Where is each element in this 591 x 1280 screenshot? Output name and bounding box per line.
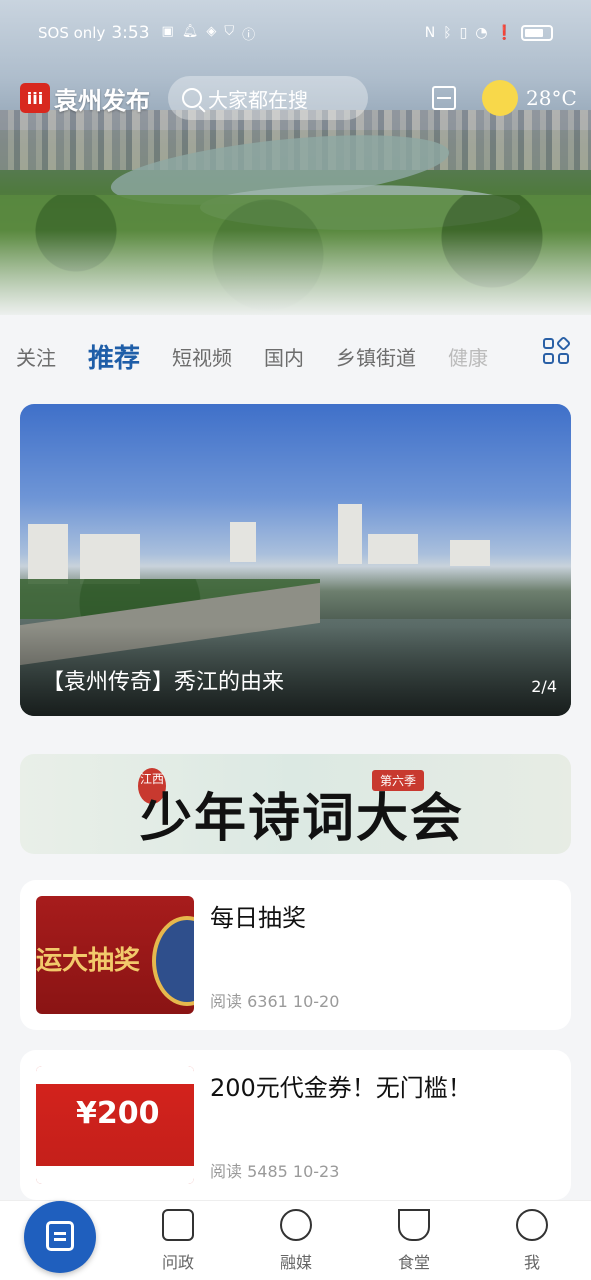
bluetooth-icon: ᛒ — [443, 25, 452, 41]
sun-icon — [482, 80, 518, 116]
logo-icon: iii — [20, 83, 50, 113]
shield-icon: ⛉ — [224, 23, 235, 39]
logo-mark-text: iii — [26, 88, 44, 108]
nav-item-rongmei[interactable]: 融媒 — [246, 1209, 346, 1273]
home-button[interactable] — [24, 1201, 96, 1273]
weather-widget[interactable]: 28°C — [482, 80, 577, 116]
battery-icon — [521, 25, 553, 41]
channel-grid-icon[interactable] — [543, 335, 572, 366]
lottery-wheel-icon — [152, 916, 194, 1006]
poetry-banner[interactable]: 江西 少年诗词大会 第六季 — [20, 754, 571, 854]
article-title: 200元代金券！无门槛！ — [210, 1074, 472, 1102]
status-time: 3:53 — [111, 23, 150, 43]
profile-icon — [516, 1209, 548, 1241]
nav-item-me[interactable]: 我 — [482, 1209, 582, 1273]
search-bar[interactable]: 大家都在搜 — [168, 76, 368, 120]
notification-icon: ▣ — [161, 23, 174, 39]
app-icon: ◈ — [206, 23, 217, 39]
nav-label: 问政 — [161, 1253, 194, 1272]
article-title: 每日抽奖 — [210, 904, 306, 932]
top-bar: iii 袁州发布 大家都在搜 28°C — [0, 76, 591, 120]
search-placeholder: 大家都在搜 — [208, 87, 308, 112]
info-icon: ⓘ — [242, 27, 256, 43]
bowl-icon — [398, 1209, 430, 1241]
building — [80, 534, 140, 584]
building — [230, 522, 256, 562]
bell-icon: 🔔︎ — [181, 23, 199, 39]
vibrate-icon: ▯ — [459, 25, 468, 41]
article-card[interactable]: 运大抽奖 每日抽奖 阅读 6361 10-20 — [20, 880, 571, 1030]
nav-label: 融媒 — [279, 1253, 312, 1272]
article-meta: 阅读 5485 10-23 — [210, 1162, 340, 1181]
article-meta: 阅读 6361 10-20 — [210, 992, 340, 1011]
building — [368, 534, 418, 564]
alert-icon: ❗ — [495, 25, 513, 41]
scan-icon[interactable] — [432, 86, 456, 110]
season-badge: 第六季 — [372, 770, 425, 791]
search-icon — [182, 88, 202, 108]
coupon-bottom-strip — [36, 1166, 194, 1184]
tab-towns[interactable]: 乡镇街道 — [336, 342, 416, 371]
logo-text: 袁州发布 — [54, 86, 150, 115]
question-icon — [162, 1209, 194, 1241]
tab-follow[interactable]: 关注 — [16, 342, 56, 371]
bottom-nav: 问政 融媒 食堂 我 — [0, 1200, 591, 1280]
nav-label: 食堂 — [397, 1253, 430, 1272]
building — [338, 504, 362, 564]
nav-item-shitang[interactable]: 食堂 — [364, 1209, 464, 1273]
featured-carousel[interactable]: 【袁州传奇】秀江的由来 2/4 — [20, 404, 571, 716]
tab-domestic[interactable]: 国内 — [264, 342, 304, 371]
carrier-text: SOS only — [38, 24, 106, 42]
building — [450, 540, 490, 566]
nfc-icon: N — [424, 25, 436, 41]
coupon-top-strip — [36, 1066, 194, 1084]
thumb-text: ¥200 — [76, 1096, 160, 1131]
tab-short-video[interactable]: 短视频 — [172, 342, 232, 371]
app-logo[interactable]: iii 袁州发布 — [20, 81, 150, 116]
temperature: 28°C — [526, 86, 577, 110]
article-card[interactable]: ¥200 200元代金券！无门槛！ 阅读 5485 10-23 — [20, 1050, 571, 1200]
carousel-title[interactable]: 【袁州传奇】秀江的由来 — [42, 664, 284, 696]
article-thumbnail: 运大抽奖 — [36, 896, 194, 1014]
status-bar: SOS only 3:53 ▣ 🔔︎ ◈ ⛉ ⓘ N ᛒ ▯ ◔ ❗ — [0, 18, 591, 48]
hero-banner-image — [0, 0, 591, 320]
carousel-pager: 2/4 — [531, 677, 557, 696]
tab-recommend[interactable]: 推荐 — [88, 338, 140, 375]
wifi-icon: ◔ — [475, 25, 488, 41]
thumb-text: 运大抽奖 — [36, 946, 141, 976]
nav-item-wenzheng[interactable]: 问政 — [128, 1209, 228, 1273]
nav-label: 我 — [523, 1253, 540, 1272]
article-thumbnail: ¥200 — [36, 1066, 194, 1184]
channel-tabs: 关注 推荐 短视频 国内 乡镇街道 健康 — [0, 334, 591, 378]
tab-health[interactable]: 健康 — [448, 342, 488, 371]
media-icon — [280, 1209, 312, 1241]
hero-fade — [0, 230, 591, 320]
news-icon — [46, 1221, 74, 1251]
building — [28, 524, 68, 584]
